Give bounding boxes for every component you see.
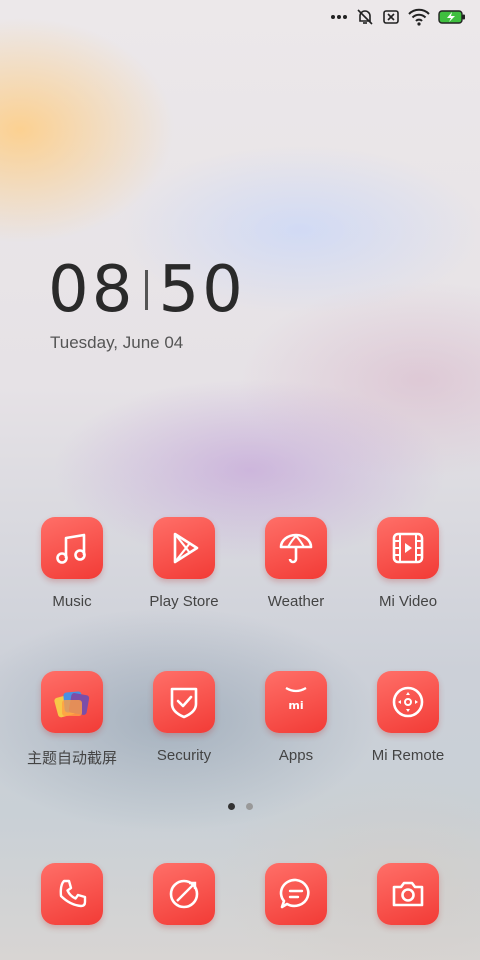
phone-icon [41, 863, 103, 925]
clock-divider [145, 270, 149, 310]
dock-browser[interactable] [128, 863, 240, 925]
music-note-icon [41, 517, 103, 579]
camera-icon [377, 863, 439, 925]
app-label: 主题自动截屏 [26, 750, 117, 767]
umbrella-icon [265, 517, 327, 579]
messages-icon [265, 863, 327, 925]
battery-charging-icon [438, 9, 466, 25]
theme-screenshot-icon [41, 671, 103, 733]
date-label[interactable]: Tuesday, June 04 [50, 333, 183, 353]
dock-camera[interactable] [352, 863, 464, 925]
app-label: Security [156, 747, 212, 764]
shield-check-icon [153, 671, 215, 733]
app-label: Apps [278, 747, 314, 764]
mi-apps-icon: mi [265, 671, 327, 733]
svg-text:mi: mi [288, 699, 303, 712]
app-label: Mi Remote [371, 747, 445, 764]
mute-icon [356, 8, 374, 26]
app-label: Mi Video [378, 593, 438, 610]
app-label: Play Store [149, 593, 219, 610]
app-apps[interactable]: mi Apps [240, 671, 352, 764]
dock-phone[interactable] [16, 863, 128, 925]
app-theme-screenshot[interactable]: 主题自动截屏 [16, 671, 128, 768]
app-music[interactable]: Music [16, 517, 128, 610]
app-label: Music [52, 593, 92, 610]
page-dot-2[interactable] [245, 803, 253, 810]
status-bar [0, 0, 480, 34]
app-security[interactable]: Security [128, 671, 240, 764]
wifi-icon [408, 8, 430, 26]
app-label: Weather [267, 593, 325, 610]
clock-hours: 08 [48, 253, 136, 327]
browser-icon [153, 863, 215, 925]
play-store-icon [153, 517, 215, 579]
app-mi-video[interactable]: Mi Video [352, 517, 464, 610]
remote-icon [377, 671, 439, 733]
app-weather[interactable]: Weather [240, 517, 352, 610]
app-play-store[interactable]: Play Store [128, 517, 240, 610]
clock-widget[interactable]: 08 50 [48, 258, 246, 322]
page-dot-1[interactable] [227, 803, 235, 810]
dock-messages[interactable] [240, 863, 352, 925]
page-indicator [0, 803, 480, 810]
more-dots-icon [330, 15, 348, 19]
no-sim-icon [382, 8, 400, 26]
film-icon [377, 517, 439, 579]
app-mi-remote[interactable]: Mi Remote [352, 671, 464, 764]
clock-minutes: 50 [158, 253, 246, 327]
